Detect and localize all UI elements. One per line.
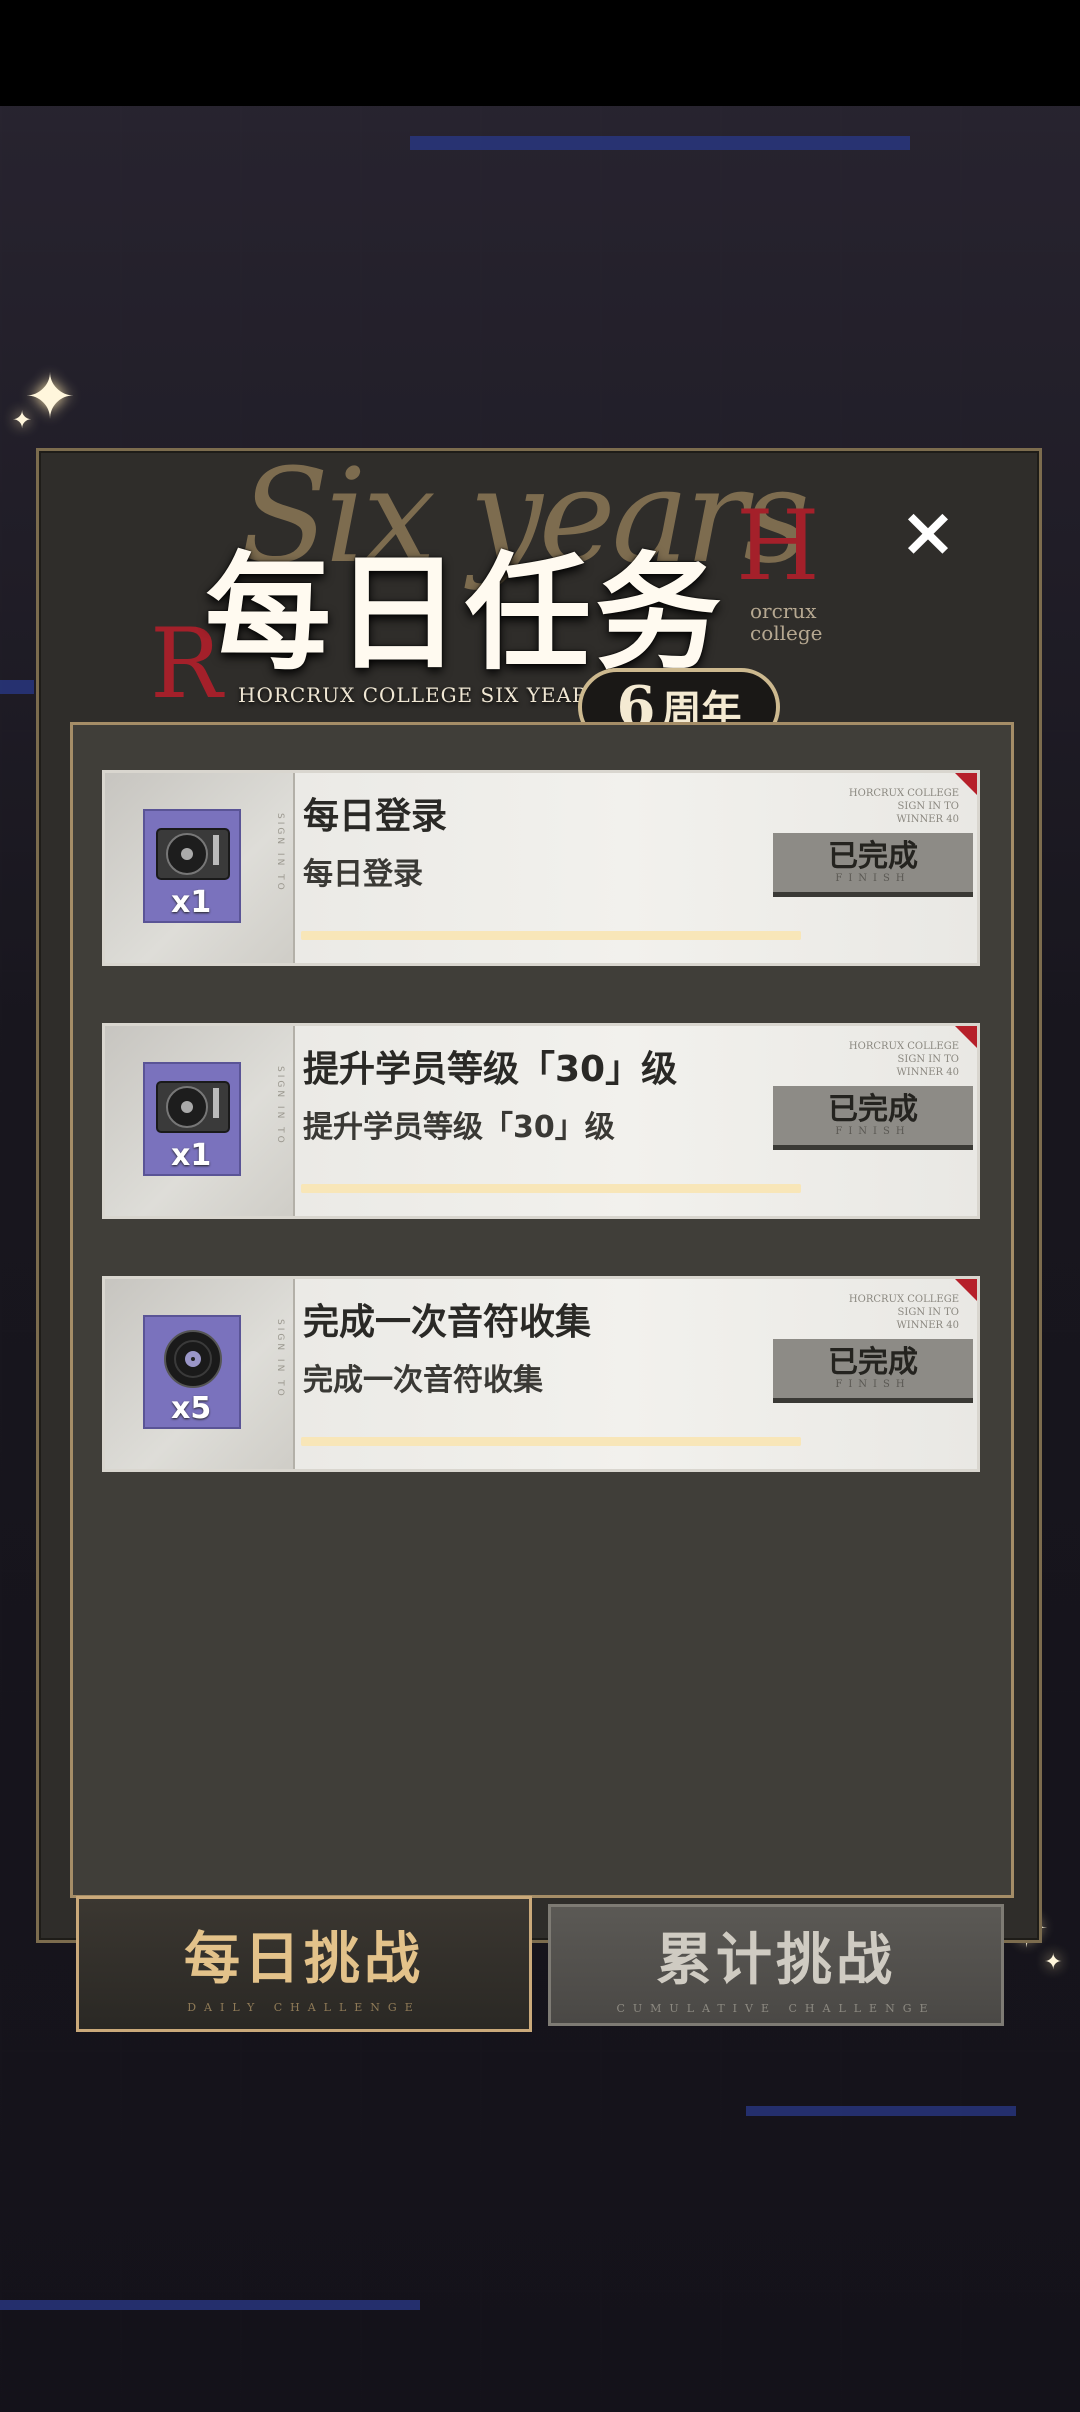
completed-button[interactable]: 已完成 FINISH — [773, 833, 973, 897]
completed-label: 已完成 — [828, 838, 918, 874]
tab-daily-challenge[interactable]: 每日挑战 DAILY CHALLENGE — [76, 1896, 532, 2032]
task-card: x1 SIGN IN TO 每日登录 每日登录 HORCRUX COLLEGE … — [102, 770, 980, 966]
completed-label-en: FINISH — [835, 1378, 911, 1390]
turntable-icon — [156, 1081, 230, 1133]
tab-label-en: CUMULATIVE CHALLENGE — [616, 2002, 936, 2015]
vertical-deco-text: SIGN IN TO — [275, 1319, 285, 1399]
vertical-deco-text: SIGN IN TO — [275, 813, 285, 893]
task-progress — [301, 931, 801, 940]
close-icon: × — [899, 492, 957, 572]
close-button[interactable]: × — [896, 493, 960, 572]
reward-quantity: x1 — [171, 1138, 212, 1173]
task-meta: HORCRUX COLLEGE SIGN IN TO WINNER 40 — [848, 788, 959, 825]
task-meta: HORCRUX COLLEGE SIGN IN TO WINNER 40 — [848, 1041, 959, 1078]
task-progress — [301, 1184, 801, 1193]
task-description: 提升学员等级「30」级 — [303, 1110, 615, 1145]
sparkle-icon: ✦ — [1044, 1950, 1063, 1975]
page-title: 每日任务 — [205, 540, 725, 687]
task-title: 每日登录 — [303, 796, 448, 837]
task-meta: HORCRUX COLLEGE SIGN IN TO WINNER 40 — [848, 1294, 959, 1331]
progress-fill — [301, 1437, 801, 1446]
tab-label: 累计挑战 — [656, 1928, 896, 1993]
progress-fill — [301, 1184, 801, 1193]
task-progress — [301, 1437, 801, 1446]
vinyl-record-icon — [164, 1330, 222, 1388]
completed-label: 已完成 — [828, 1344, 918, 1380]
vertical-deco-text: SIGN IN TO — [275, 1066, 285, 1146]
reward-item[interactable]: x1 — [143, 809, 241, 923]
task-title: 提升学员等级「30」级 — [303, 1049, 678, 1090]
status-bar — [0, 0, 1080, 106]
completed-label-en: FINISH — [835, 1125, 911, 1137]
task-description: 每日登录 — [303, 857, 423, 892]
task-card: x1 SIGN IN TO 提升学员等级「30」级 提升学员等级「30」级 HO… — [102, 1023, 980, 1219]
task-card: x5 SIGN IN TO 完成一次音符收集 完成一次音符收集 HORCRUX … — [102, 1276, 980, 1472]
reward-item[interactable]: x1 — [143, 1062, 241, 1176]
tab-label: 每日挑战 — [184, 1927, 424, 1992]
tab-label-en: DAILY CHALLENGE — [187, 2001, 421, 2014]
background-strip — [0, 2300, 420, 2310]
background-strip — [410, 136, 910, 150]
turntable-icon — [156, 828, 230, 880]
reward-quantity: x1 — [171, 885, 212, 920]
completed-button[interactable]: 已完成 FINISH — [773, 1339, 973, 1403]
sparkle-icon: ✦ — [12, 406, 33, 434]
progress-fill — [301, 931, 801, 940]
completed-label: 已完成 — [828, 1091, 918, 1127]
tab-cumulative-challenge[interactable]: 累计挑战 CUMULATIVE CHALLENGE — [548, 1904, 1004, 2026]
background-strip — [746, 2106, 1016, 2116]
completed-button[interactable]: 已完成 FINISH — [773, 1086, 973, 1150]
reward-quantity: x5 — [171, 1391, 212, 1426]
task-title: 完成一次音符收集 — [303, 1302, 592, 1343]
task-description: 完成一次音符收集 — [303, 1363, 543, 1398]
reward-item[interactable]: x5 — [143, 1315, 241, 1429]
completed-label-en: FINISH — [835, 872, 911, 884]
background-strip — [0, 680, 34, 694]
page-subtitle: HORCRUX COLLEGE SIX YEARS — [238, 683, 603, 707]
